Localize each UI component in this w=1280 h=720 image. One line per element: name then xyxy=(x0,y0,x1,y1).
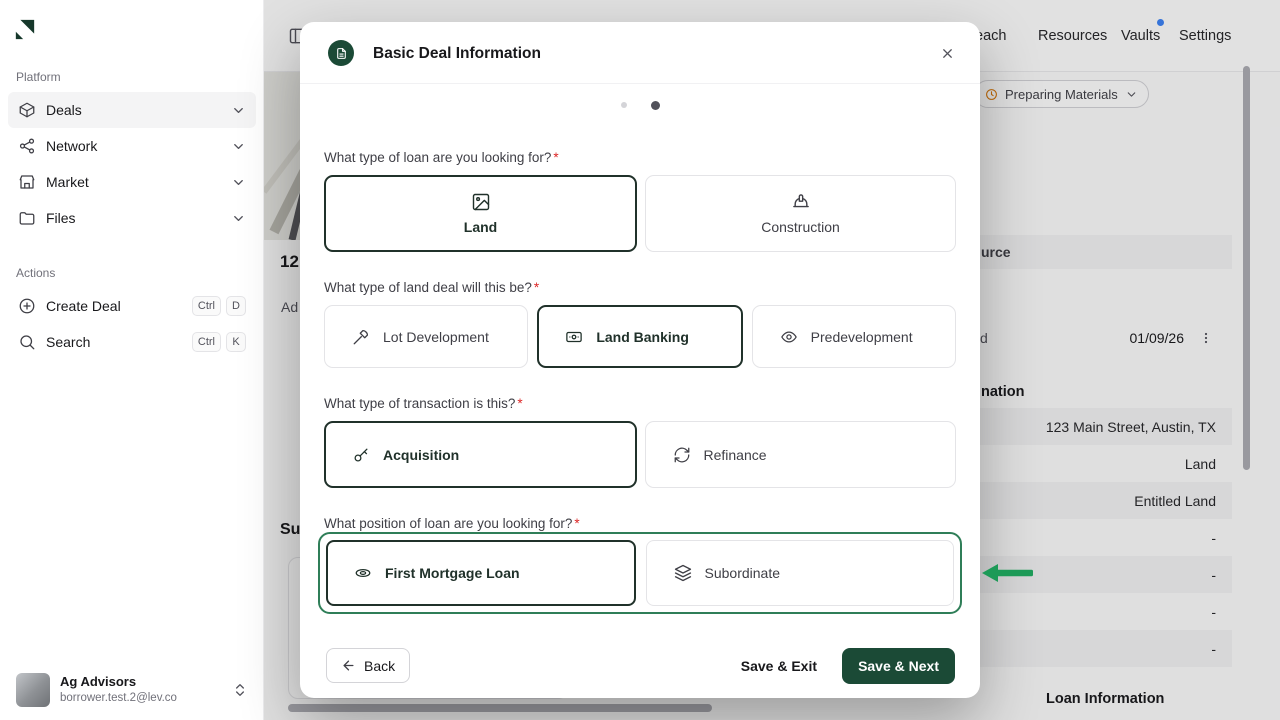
option-label: Land xyxy=(464,219,497,235)
option-label: Subordinate xyxy=(705,565,781,581)
option-label: Land Banking xyxy=(596,329,689,345)
option-label: Construction xyxy=(761,219,840,235)
save-next-button[interactable]: Save & Next xyxy=(842,648,955,684)
network-icon xyxy=(18,137,36,155)
shortcut-key: Ctrl xyxy=(192,296,221,316)
chevron-down-icon xyxy=(231,103,246,118)
actions-section-label: Actions xyxy=(16,266,55,280)
required-marker: * xyxy=(574,516,579,531)
option-refinance[interactable]: Refinance xyxy=(645,421,957,488)
search-icon xyxy=(18,333,36,351)
modal-header: Basic Deal Information xyxy=(300,22,980,84)
close-icon xyxy=(940,46,955,61)
plus-circle-icon xyxy=(18,297,36,315)
coin-icon xyxy=(354,564,372,582)
axe-icon xyxy=(352,328,370,346)
sidebar-item-files[interactable]: Files xyxy=(8,200,256,236)
sidebar-item-label: Network xyxy=(46,138,97,154)
option-label: Acquisition xyxy=(383,447,459,463)
question-loan-type-label: What type of loan are you looking for?* xyxy=(324,150,559,165)
shortcut-key: Ctrl xyxy=(192,332,221,352)
user-name: Ag Advisors xyxy=(60,674,177,691)
required-marker: * xyxy=(517,396,522,411)
chevrons-up-down-icon xyxy=(232,682,248,698)
question-loan-position-label: What position of loan are you looking fo… xyxy=(324,516,580,531)
loan-type-options: Land Construction xyxy=(324,175,956,252)
question-land-deal-label: What type of land deal will this be?* xyxy=(324,280,539,295)
platform-section-label: Platform xyxy=(16,70,61,84)
modal-title: Basic Deal Information xyxy=(373,45,541,63)
option-acquisition[interactable]: Acquisition xyxy=(324,421,637,488)
option-subordinate[interactable]: Subordinate xyxy=(646,540,955,606)
sidebar-item-label: Deals xyxy=(46,102,82,118)
sidebar-item-deals[interactable]: Deals xyxy=(8,92,256,128)
option-construction[interactable]: Construction xyxy=(645,175,956,252)
step-indicator xyxy=(300,98,980,112)
create-deal-label: Create Deal xyxy=(46,298,121,314)
back-label: Back xyxy=(364,658,395,674)
sidebar-item-label: Files xyxy=(46,210,76,226)
close-button[interactable] xyxy=(936,42,958,64)
sidebar-item-label: Market xyxy=(46,174,89,190)
search-label: Search xyxy=(46,334,90,350)
required-marker: * xyxy=(553,150,558,165)
land-deal-options: Lot Development Land Banking Predevelopm… xyxy=(324,305,956,368)
deals-icon xyxy=(18,101,36,119)
construction-hat-icon xyxy=(791,192,811,212)
step-dot-active xyxy=(651,101,660,110)
shortcut-key: K xyxy=(226,332,246,352)
shortcut-key: D xyxy=(226,296,246,316)
create-deal-button[interactable]: Create Deal Ctrl D xyxy=(8,288,256,324)
option-lot-development[interactable]: Lot Development xyxy=(324,305,528,368)
refinance-icon xyxy=(673,446,691,464)
option-label: First Mortgage Loan xyxy=(385,565,520,581)
option-predevelopment[interactable]: Predevelopment xyxy=(752,305,956,368)
sidebar-item-market[interactable]: Market xyxy=(8,164,256,200)
back-button[interactable]: Back xyxy=(326,648,410,683)
layers-icon xyxy=(674,564,692,582)
option-land-banking[interactable]: Land Banking xyxy=(537,305,742,368)
user-menu[interactable]: Ag Advisors borrower.test.2@lev.co xyxy=(8,666,256,714)
loan-position-highlight-group: First Mortgage Loan Subordinate xyxy=(318,532,962,614)
transaction-options: Acquisition Refinance xyxy=(324,421,956,488)
market-icon xyxy=(18,173,36,191)
sidebar-item-network[interactable]: Network xyxy=(8,128,256,164)
option-land[interactable]: Land xyxy=(324,175,637,252)
key-icon xyxy=(352,446,370,464)
chevron-down-icon xyxy=(231,175,246,190)
avatar xyxy=(16,673,50,707)
option-label: Refinance xyxy=(704,447,767,463)
question-transaction-label: What type of transaction is this?* xyxy=(324,396,523,411)
banknote-icon xyxy=(565,328,583,346)
land-image-icon xyxy=(471,192,491,212)
option-label: Predevelopment xyxy=(811,329,913,345)
chevron-down-icon xyxy=(231,139,246,154)
deal-document-icon xyxy=(328,40,354,66)
annotation-arrow xyxy=(975,553,1045,593)
option-first-mortgage-loan[interactable]: First Mortgage Loan xyxy=(326,540,636,606)
sidebar: Platform Deals Network Market Files Acti… xyxy=(0,0,264,720)
option-label: Lot Development xyxy=(383,329,489,345)
search-button[interactable]: Search Ctrl K xyxy=(8,324,256,360)
folder-icon xyxy=(18,209,36,227)
arrow-left-icon xyxy=(341,658,356,673)
basic-deal-info-modal: Basic Deal Information What type of loan… xyxy=(300,22,980,698)
user-email: borrower.test.2@lev.co xyxy=(60,691,177,706)
required-marker: * xyxy=(534,280,539,295)
save-exit-button[interactable]: Save & Exit xyxy=(741,648,817,683)
chevron-down-icon xyxy=(231,211,246,226)
step-dot xyxy=(621,102,627,108)
app-logo-icon[interactable] xyxy=(14,18,36,40)
eye-icon xyxy=(780,328,798,346)
